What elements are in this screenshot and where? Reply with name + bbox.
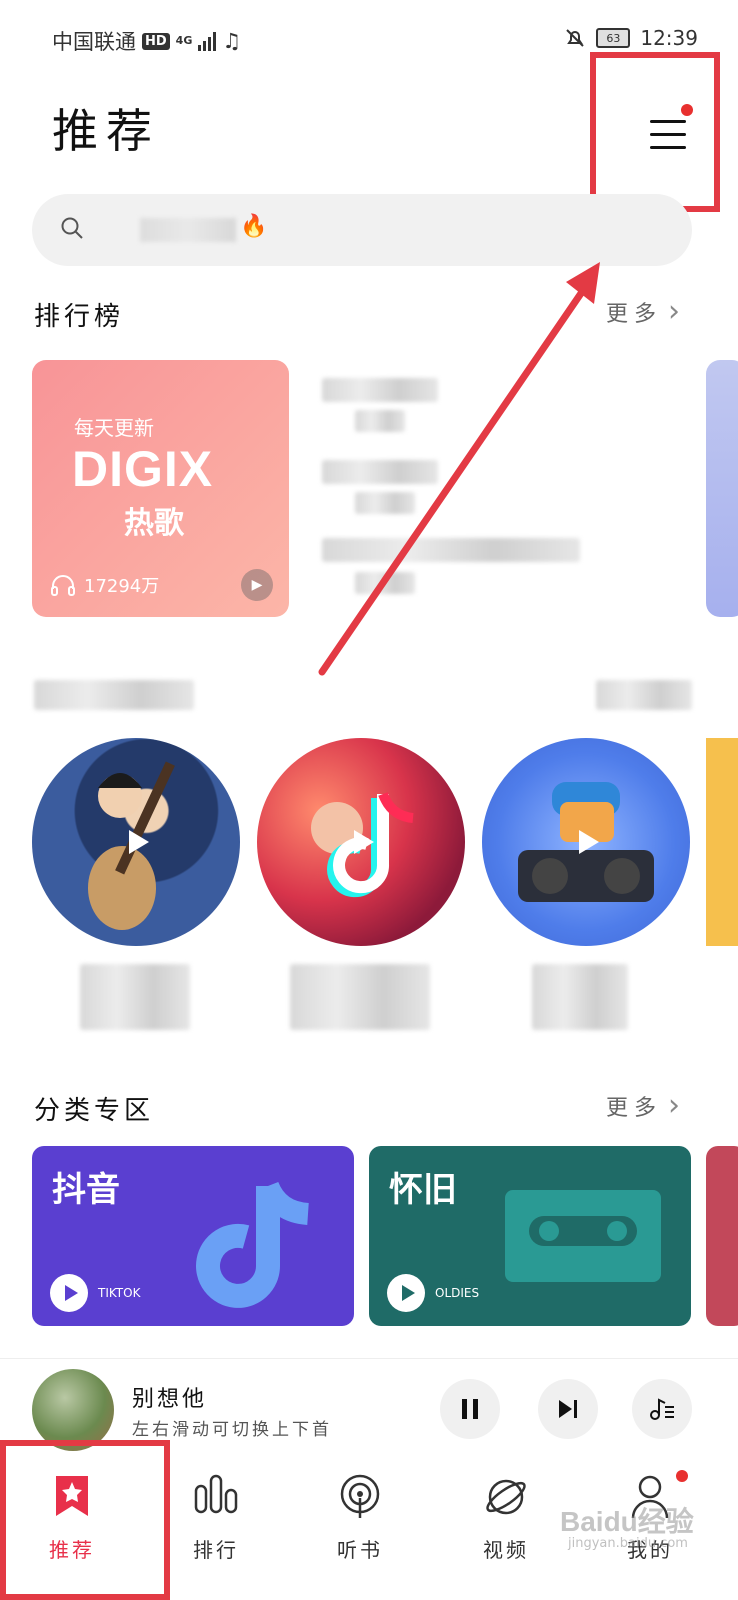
card-subtitle: 每天更新 [74,416,154,440]
podcast-icon [340,1474,380,1518]
mini-player[interactable]: 别想他 左右滑动可切换上下首 [0,1358,738,1451]
watermark-brand: Baidu经验 [560,1506,694,1537]
hot-songs-chart-card[interactable]: 每天更新 DIGIX 热歌 17294万 ▶ [32,360,289,617]
more-label: 更多 [606,301,663,327]
notification-dot [681,104,693,116]
category-badge: TIKTOK [50,1274,140,1312]
blurred-playlist-name [532,964,628,1030]
play-count-value: 17294万 [84,576,160,597]
chevron-right-icon: › [668,294,681,329]
tiktok-logo-icon [196,1181,310,1308]
category-tag: TIKTOK [98,1286,141,1300]
categories-more-link[interactable]: 更多 › [606,1088,680,1123]
categories-section-title: 分类专区 [34,1096,155,1126]
headphones-icon [51,575,75,596]
bell-muted-icon [566,29,585,47]
tab-video[interactable]: 视频 [446,1440,566,1570]
pause-button[interactable] [440,1379,500,1439]
hd-badge: HD [142,32,170,50]
network-type: 4G [175,34,193,47]
tab-audiobook[interactable]: 听书 [300,1440,420,1570]
hamburger-menu-icon [650,120,686,159]
play-circle-icon [387,1274,425,1312]
play-count: 17294万 [50,572,159,598]
signal-icon [198,31,217,51]
blurred-playlist-name [290,964,430,1030]
category-badge: OLDIES [387,1274,479,1312]
play-icon [354,830,374,854]
pause-icon [462,1399,478,1419]
blurred-chart-entry [322,538,580,562]
status-right: 63 12:39 [564,26,698,50]
blurred-more-link [596,680,692,710]
playlist-icon [650,1398,674,1420]
next-track-button[interactable] [538,1379,598,1439]
cassette-tape-icon [505,1190,661,1282]
category-card-oldies[interactable]: 怀旧 OLDIES [369,1146,691,1326]
blurred-chart-entry [322,378,438,402]
menu-button[interactable] [590,52,720,212]
next-playlist-circle-edge[interactable] [706,738,738,946]
status-left: 中国联通 HD 4G ♫ [52,26,241,56]
more-label: 更多 [606,1095,663,1121]
blurred-section-title [34,680,194,710]
card-brand: DIGIX [72,441,214,497]
chevron-right-icon: › [668,1088,681,1123]
next-chart-card-edge[interactable] [706,360,738,617]
category-tag: OLDIES [435,1286,480,1300]
bar-chart-icon [194,1474,238,1514]
planet-icon [486,1479,526,1515]
clock: 12:39 [640,26,698,50]
playlist-circle-dj[interactable] [482,738,690,946]
playlist-circle-tiktok[interactable] [257,738,465,946]
category-name: 怀旧 [389,1170,457,1210]
music-note-icon: ♫ [222,29,242,53]
carrier-label: 中国联通 [52,30,136,54]
play-icon [579,830,599,854]
song-title: 别想他 [132,1387,208,1412]
battery-icon: 63 [596,28,631,48]
playlist-circle-guitar[interactable] [32,738,240,946]
notification-dot [676,1470,688,1482]
category-card-tiktok[interactable]: 抖音 TIKTOK [32,1146,354,1326]
charts-more-link[interactable]: 更多 › [606,294,680,329]
playlist-queue-button[interactable] [632,1379,692,1439]
blurred-chart-entry [355,492,415,514]
watermark-url: jingyan.baidu.com [568,1536,688,1551]
play-circle-icon [50,1274,88,1312]
highlight-box-recommend-tab [0,1440,170,1600]
search-icon [61,217,83,239]
page-title: 推荐 [52,104,160,158]
tab-label: 视频 [483,1538,529,1562]
tab-ranking[interactable]: 排行 [156,1440,276,1570]
tab-label: 排行 [193,1538,239,1562]
charts-section-title: 排行榜 [34,302,125,332]
skip-next-icon [559,1400,577,1418]
next-category-card-edge[interactable] [706,1146,738,1326]
blurred-chart-entry [355,572,415,594]
album-art [32,1369,114,1451]
search-placeholder-blurred [140,218,236,242]
blurred-playlist-name [80,964,190,1030]
blurred-chart-entry [322,460,438,484]
play-button[interactable]: ▶ [241,569,273,601]
search-bar[interactable]: 🔥 [32,194,692,266]
blurred-chart-entry [355,410,405,432]
swipe-hint: 左右滑动可切换上下首 [132,1420,332,1440]
tab-label: 听书 [337,1538,383,1562]
play-icon [129,830,149,854]
category-name: 抖音 [52,1170,120,1210]
flame-icon: 🔥 [240,214,268,239]
card-name: 热歌 [124,506,184,541]
